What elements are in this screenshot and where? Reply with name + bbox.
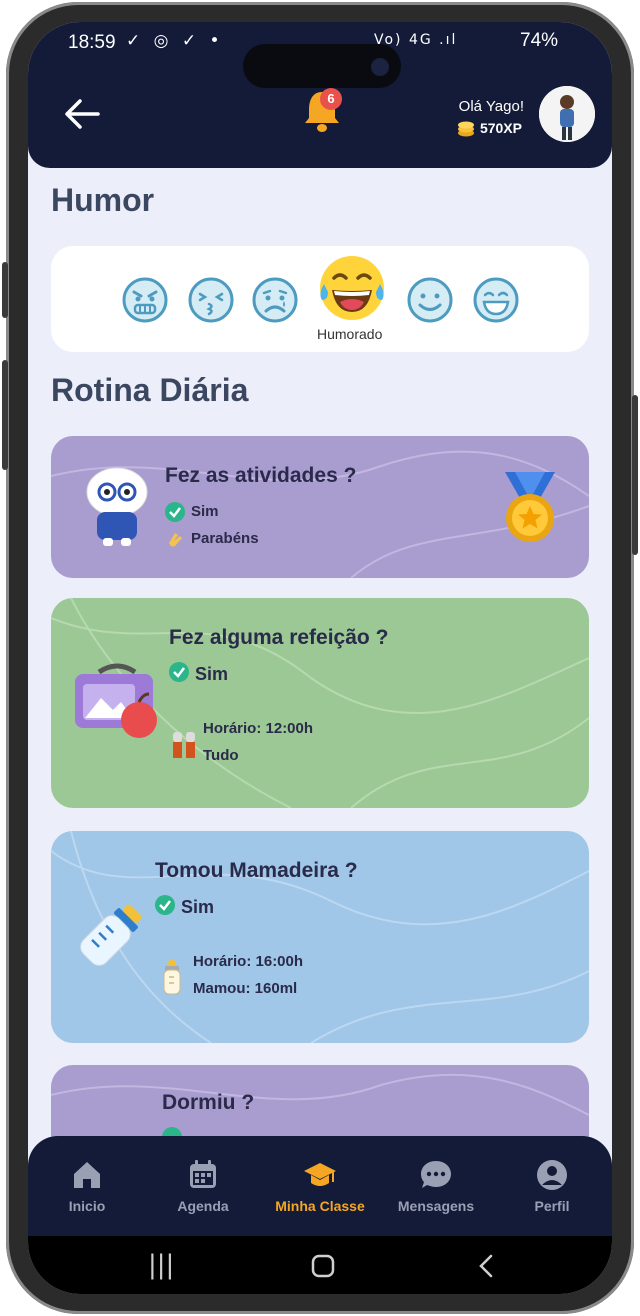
- laughing-tears-face-icon[interactable]: [316, 252, 388, 324]
- meal-title: Fez alguma refeição ?: [169, 626, 389, 649]
- home-button-icon[interactable]: [311, 1254, 335, 1278]
- status-time: 18:59: [68, 32, 116, 53]
- avatar[interactable]: [539, 86, 595, 142]
- nav-item-minha-classe[interactable]: Minha Classe: [265, 1158, 375, 1214]
- selected-mood-label: Humorado: [317, 326, 383, 342]
- home-icon: [74, 1162, 100, 1188]
- sad-face-icon[interactable]: [251, 276, 299, 324]
- camera-lens: [371, 58, 389, 76]
- graduation-cap-icon: [304, 1163, 336, 1186]
- check-circle-icon: [155, 895, 175, 915]
- nav-label: Inicio: [68, 1198, 106, 1214]
- salt-shakers-icon: [173, 732, 195, 758]
- sleep-title: Dormiu ?: [162, 1091, 255, 1114]
- volume-button: [2, 360, 8, 470]
- volume-button: [2, 262, 8, 318]
- check-circle-icon: [165, 502, 185, 522]
- back-arrow-icon[interactable]: [62, 96, 102, 132]
- mascot-icon: [86, 467, 148, 546]
- nav-item-inicio[interactable]: Inicio: [32, 1158, 142, 1214]
- section-title-humor: Humor: [51, 182, 155, 218]
- app-screen: 18:59 ✓ ◎ ✓ • Vo) 4G .ıl 74% 6 Olá Yago!…: [28, 22, 612, 1294]
- smiling-face-icon[interactable]: [406, 276, 454, 324]
- nav-item-mensagens[interactable]: Mensagens: [381, 1158, 491, 1214]
- nav-label: Perfil: [534, 1198, 570, 1214]
- lunchbox-icon: [75, 663, 157, 738]
- nav-item-agenda[interactable]: Agenda: [148, 1158, 258, 1214]
- angry-face-icon[interactable]: [121, 276, 169, 324]
- calendar-icon: [190, 1160, 216, 1188]
- bottom-navigation: Inicio Agenda Minha Classe Mensagens Per…: [28, 1136, 612, 1236]
- small-bottle-icon: [163, 960, 181, 995]
- bottle-answer: Sim: [181, 897, 215, 917]
- power-button: [632, 395, 638, 555]
- notification-icons: ✓ ◎ ✓ •: [126, 31, 224, 51]
- section-title-rotina: Rotina Diária: [51, 372, 249, 408]
- bottle-card[interactable]: Tomou Mamadeira ? Sim Horário: 16:00h Ma…: [51, 831, 589, 1043]
- battery-level: 74%: [520, 30, 559, 51]
- notification-badge: 6: [320, 88, 342, 110]
- system-navigation-bar: |||: [28, 1236, 612, 1294]
- clapping-hands-icon: [169, 533, 182, 547]
- meal-answer: Sim: [195, 664, 229, 684]
- nav-item-perfil[interactable]: Perfil: [497, 1158, 607, 1214]
- activities-title: Fez as atividades ?: [165, 464, 357, 487]
- nav-label: Mensagens: [397, 1198, 475, 1214]
- meal-amount: Tudo: [203, 747, 239, 764]
- greeting-text: Olá Yago!: [458, 98, 524, 115]
- bottle-time: Horário: 16:00h: [193, 953, 304, 970]
- recent-apps-icon[interactable]: |||: [148, 1250, 174, 1280]
- bottle-amount: Mamou: 160ml: [193, 980, 298, 997]
- content-area: Humor Humorado Rotina Diária Fez as ativ…: [28, 168, 612, 1185]
- person-photo-icon: [539, 86, 595, 142]
- back-button-icon[interactable]: [476, 1253, 496, 1279]
- grinning-face-icon[interactable]: [472, 276, 520, 324]
- check-circle-icon: [169, 662, 189, 682]
- xp-display: 570XP: [456, 119, 522, 137]
- xp-value: 570XP: [479, 120, 522, 136]
- mood-card: Humorado: [51, 246, 589, 352]
- app-header: 18:59 ✓ ◎ ✓ • Vo) 4G .ıl 74% 6 Olá Yago!…: [28, 22, 612, 168]
- activities-card[interactable]: Fez as atividades ? Sim Parabéns: [51, 436, 589, 578]
- activities-praise: Parabéns: [191, 530, 259, 547]
- user-circle-icon: [537, 1160, 567, 1190]
- kissing-face-icon[interactable]: [187, 276, 235, 324]
- activities-answer: Sim: [191, 503, 219, 520]
- chat-bubble-icon: [421, 1161, 451, 1188]
- nav-label: Agenda: [177, 1198, 229, 1214]
- meal-card[interactable]: Fez alguma refeição ? Sim Horário: 12:00…: [51, 598, 589, 808]
- nav-label: Minha Classe: [275, 1198, 365, 1214]
- bottle-title: Tomou Mamadeira ?: [155, 859, 358, 882]
- baby-bottle-icon: [80, 904, 142, 966]
- medal-icon: [505, 472, 555, 542]
- coins-icon: [457, 121, 474, 137]
- meal-time: Horário: 12:00h: [203, 720, 314, 737]
